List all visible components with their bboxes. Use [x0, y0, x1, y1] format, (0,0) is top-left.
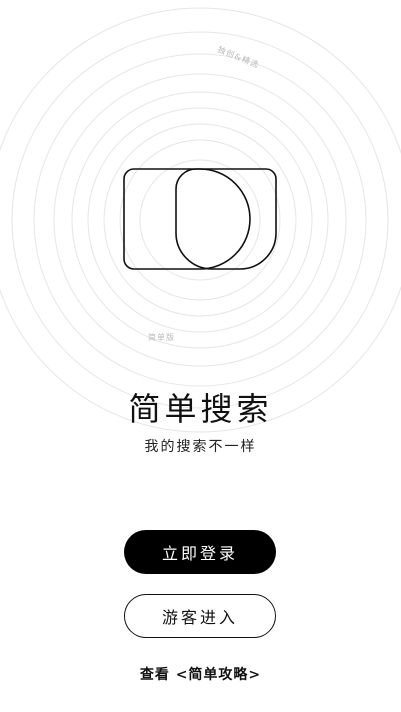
login-button-label: 立即登录	[161, 544, 238, 563]
app-title: 简单搜索	[128, 390, 273, 428]
ring-label-top: 独创&精选	[216, 44, 261, 70]
guide-row: 查看 <简单攻略>	[0, 664, 401, 684]
guest-entry-button[interactable]: 游客进入	[124, 594, 276, 638]
app-tagline: 我的搜索不一样	[144, 439, 257, 455]
guide-prefix: 查看	[139, 667, 170, 683]
guide-link[interactable]: <简单攻略>	[176, 667, 261, 683]
guest-entry-button-label: 游客进入	[161, 608, 238, 627]
app-logo-icon	[123, 168, 277, 270]
login-button[interactable]: 立即登录	[124, 530, 276, 574]
ring-label-bottom: 简单版	[148, 333, 175, 342]
